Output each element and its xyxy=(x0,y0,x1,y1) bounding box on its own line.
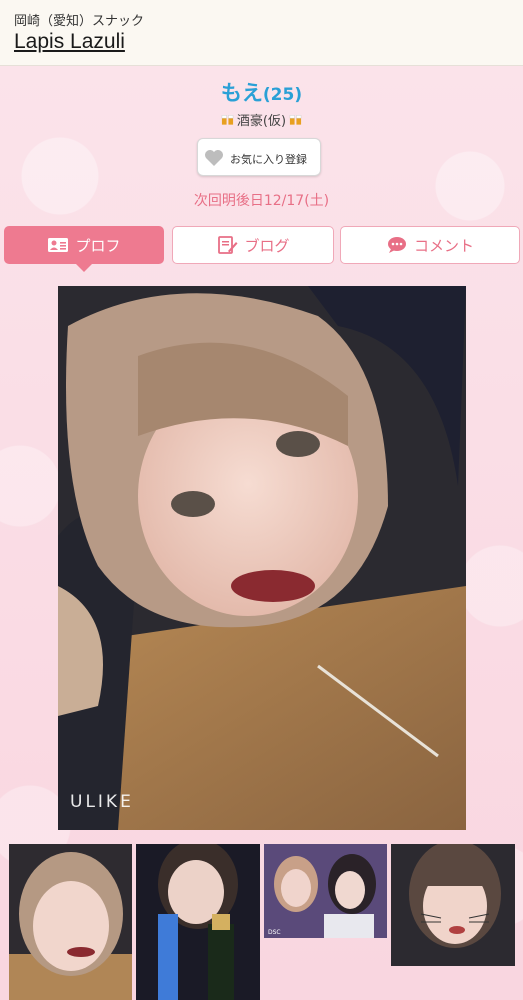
photo-watermark: ULIKE xyxy=(70,792,134,812)
cast-name-row: もえ(25) xyxy=(0,77,523,107)
profile-card-icon xyxy=(48,238,69,252)
thumbnail-image xyxy=(9,844,132,1000)
thumbnail-caption: DSC xyxy=(268,929,281,936)
cast-tag-row: 酒豪(仮) xyxy=(0,110,523,129)
speech-bubble-icon xyxy=(387,237,406,253)
heart-icon xyxy=(205,150,223,166)
tab-comment-label: コメント xyxy=(413,236,474,255)
shop-name-link[interactable]: Lapis Lazuli xyxy=(14,30,125,54)
favorite-button[interactable]: お気に入り登録 xyxy=(197,138,321,176)
tab-comment[interactable]: コメント xyxy=(340,226,520,264)
tab-profile-label: プロフ xyxy=(75,236,121,255)
thumbnail-image xyxy=(391,844,515,966)
thumbnail-photo-3[interactable]: DSC xyxy=(264,844,387,938)
tab-blog-label: ブログ xyxy=(244,236,290,255)
thumbnail-image xyxy=(264,844,387,938)
thumbnail-photo-4[interactable] xyxy=(391,844,515,966)
beer-icon xyxy=(289,115,302,125)
cast-name: もえ xyxy=(220,81,263,105)
cast-tag: 酒豪(仮) xyxy=(236,114,287,129)
cast-age: (25) xyxy=(262,85,303,105)
thumbnail-image xyxy=(136,844,260,1000)
favorite-label: お気に入り登録 xyxy=(230,153,307,166)
thumbnail-photo-1[interactable] xyxy=(9,844,132,1000)
thumbnail-photo-2[interactable] xyxy=(136,844,260,1000)
page-header: 岡崎（愛知）スナック Lapis Lazuli xyxy=(0,0,523,66)
area-category: 岡崎（愛知）スナック xyxy=(14,14,145,29)
edit-note-icon xyxy=(218,236,238,254)
next-shift-text: 次回明後日12/17(土) xyxy=(193,193,330,209)
main-profile-photo[interactable]: ULIKE xyxy=(58,286,466,830)
beer-icon xyxy=(221,115,234,125)
tab-blog[interactable]: ブログ xyxy=(172,226,334,264)
tab-profile[interactable]: プロフ xyxy=(4,226,164,272)
portrait-image xyxy=(58,286,466,830)
